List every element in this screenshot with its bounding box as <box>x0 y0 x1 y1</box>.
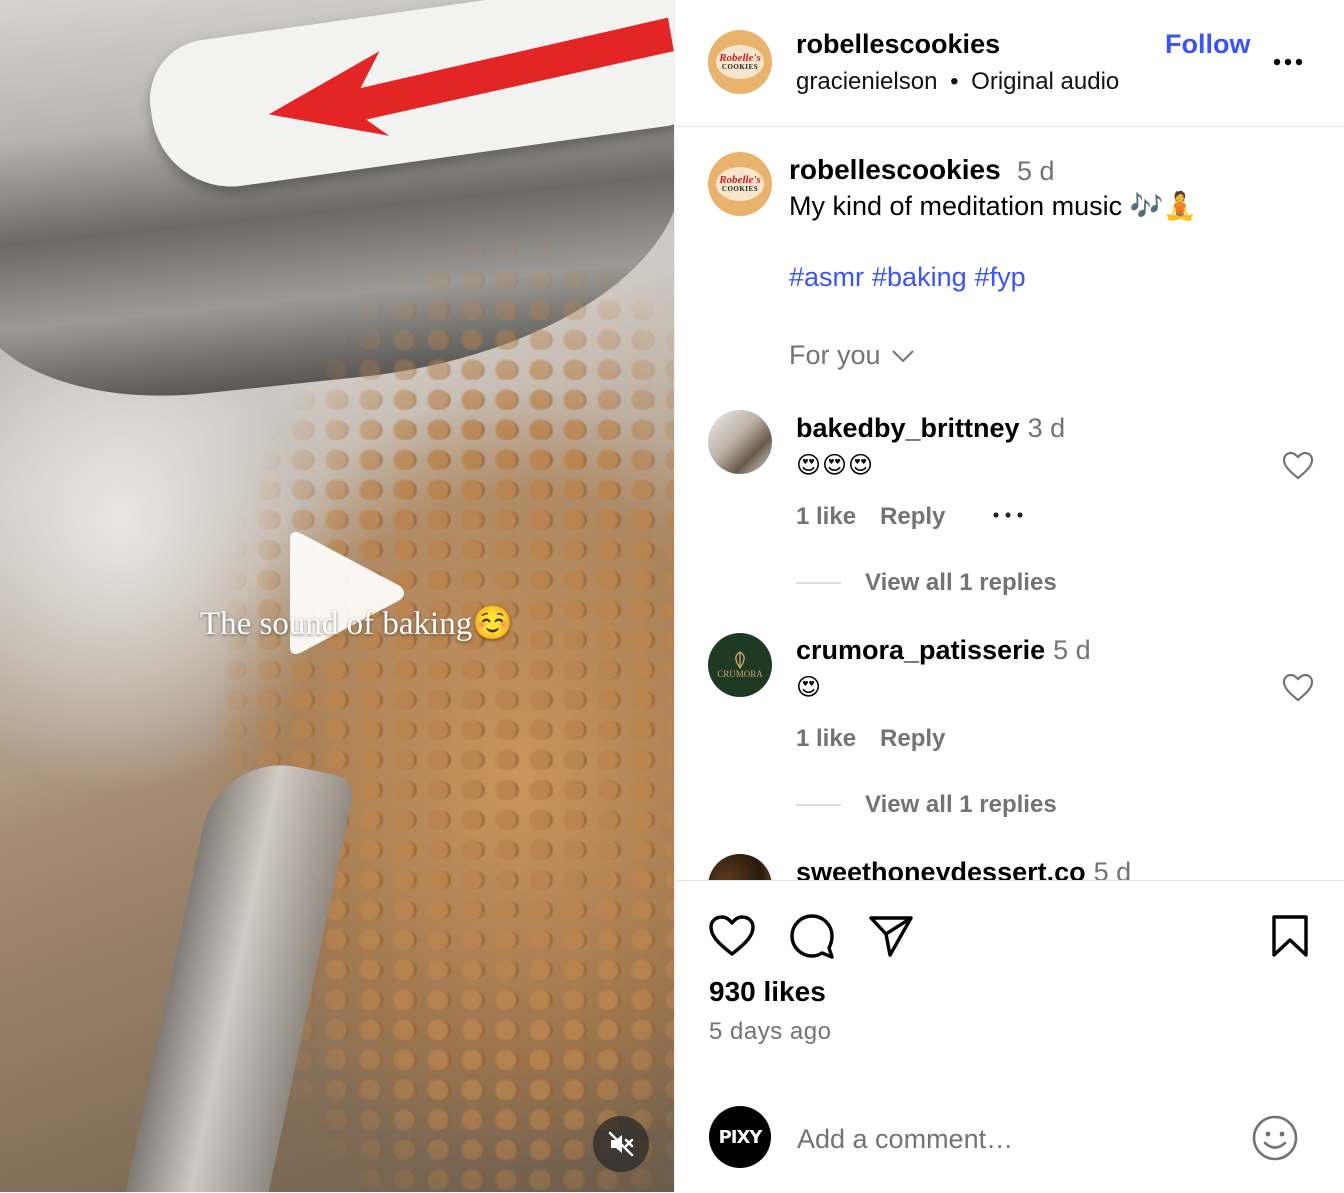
like-heart-icon[interactable] <box>708 914 756 958</box>
comment-author: crumora_patisserie 5 d <box>796 635 1091 666</box>
caption-username[interactable]: robellescookies <box>789 154 1001 186</box>
hashtags: #asmr #baking #fyp <box>789 262 1034 293</box>
comment-time: 5 d <box>1053 635 1091 665</box>
comment-author: sweethoneydessert.co 5 d <box>796 857 1131 880</box>
comment-bubble-icon[interactable] <box>788 912 836 960</box>
view-replies-label: View all 1 replies <box>865 791 1057 818</box>
sort-label: For you <box>789 340 881 370</box>
reply-button[interactable]: Reply <box>880 503 945 531</box>
follow-button[interactable]: Follow <box>1165 29 1250 60</box>
hashtag-link[interactable]: #asmr <box>789 262 864 292</box>
post-actions: 930 likes 5 days ago PIXY <box>675 880 1344 1193</box>
author-username[interactable]: robellescookies <box>796 29 1000 60</box>
comment-likes[interactable]: 1 like <box>796 725 856 753</box>
caption-text: My kind of meditation music 🎶🧘 <box>789 191 1197 221</box>
audio-username[interactable]: gracienielson <box>796 68 937 95</box>
brand-mark-icon <box>735 651 745 669</box>
view-replies-label: View all 1 replies <box>865 569 1057 596</box>
separator: • <box>950 68 959 95</box>
speaker-muted-icon <box>608 1131 634 1157</box>
comment-author: bakedby_brittney 3 d <box>796 413 1065 444</box>
comment-likes[interactable]: 1 like <box>796 503 856 531</box>
hashtag-link[interactable]: #baking <box>872 262 967 292</box>
comment-like-heart-icon[interactable] <box>1282 673 1314 703</box>
commenter-avatar[interactable] <box>708 854 772 880</box>
mute-toggle-button[interactable] <box>593 1116 649 1172</box>
comment-more-icon[interactable] <box>991 507 1031 523</box>
comment-username[interactable]: sweethoneydessert.co <box>796 857 1086 880</box>
caption-avatar[interactable]: Robelle's COOKIES <box>708 152 772 216</box>
view-replies-button[interactable]: View all 1 replies <box>796 791 1057 819</box>
video-overlay-text: The sound of baking☺️ <box>200 604 513 643</box>
reply-button[interactable]: Reply <box>880 725 945 753</box>
comment-text: 😍 <box>796 674 823 701</box>
view-replies-button[interactable]: View all 1 replies <box>796 569 1057 597</box>
comments-scroll-clip: sweethoneydessert.co 5 d <box>675 840 1344 880</box>
replies-divider <box>796 582 841 584</box>
hashtag-link[interactable]: #fyp <box>975 262 1026 292</box>
current-user-avatar: PIXY <box>709 1106 771 1168</box>
avatar-logo-text: PIXY <box>718 1126 763 1148</box>
comment-username[interactable]: bakedby_brittney <box>796 413 1020 443</box>
post-date[interactable]: 5 days ago <box>709 1018 831 1046</box>
likes-count[interactable]: 930 likes <box>709 976 826 1008</box>
overlay-emoji: ☺️ <box>472 606 514 642</box>
post-header: Robelle's COOKIES robellescookies gracien… <box>675 0 1344 127</box>
comment-actions: 1 like Reply <box>796 725 945 753</box>
comment-sort-dropdown[interactable]: For you <box>789 340 915 371</box>
avatar-logo-subtext: COOKIES <box>721 63 759 71</box>
comment-username[interactable]: crumora_patisserie <box>796 635 1045 665</box>
avatar-brand-text: CRUMORA <box>717 669 763 679</box>
bookmark-save-icon[interactable] <box>1271 914 1309 958</box>
post-details-panel: Robelle's COOKIES robellescookies gracien… <box>674 0 1344 1193</box>
comment-like-heart-icon[interactable] <box>1282 451 1314 481</box>
commenter-avatar[interactable]: CRUMORA <box>708 633 772 697</box>
commenter-avatar[interactable] <box>708 410 772 474</box>
comment-actions: 1 like Reply <box>796 503 945 531</box>
chevron-down-icon <box>891 349 914 362</box>
replies-divider <box>796 804 841 806</box>
audio-info: gracienielson • Original audio <box>796 68 1119 96</box>
caption-timestamp[interactable]: 5 d <box>1017 156 1055 187</box>
comment-input[interactable] <box>797 1119 1237 1159</box>
avatar-logo-subtext: COOKIES <box>721 185 759 193</box>
comment-time: 3 d <box>1027 413 1066 443</box>
overlay-caption: The sound of baking <box>200 606 473 642</box>
comment-time: 5 d <box>1093 857 1132 880</box>
video-player[interactable]: The sound of baking☺️ <box>0 0 674 1192</box>
comment-text: 😍😍😍 <box>796 452 875 479</box>
author-avatar[interactable]: Robelle's COOKIES <box>708 30 772 94</box>
share-send-icon[interactable] <box>868 914 914 958</box>
more-options-icon[interactable] <box>1271 50 1311 74</box>
audio-link[interactable]: Original audio <box>971 68 1119 95</box>
emoji-picker-icon[interactable] <box>1251 1114 1299 1162</box>
